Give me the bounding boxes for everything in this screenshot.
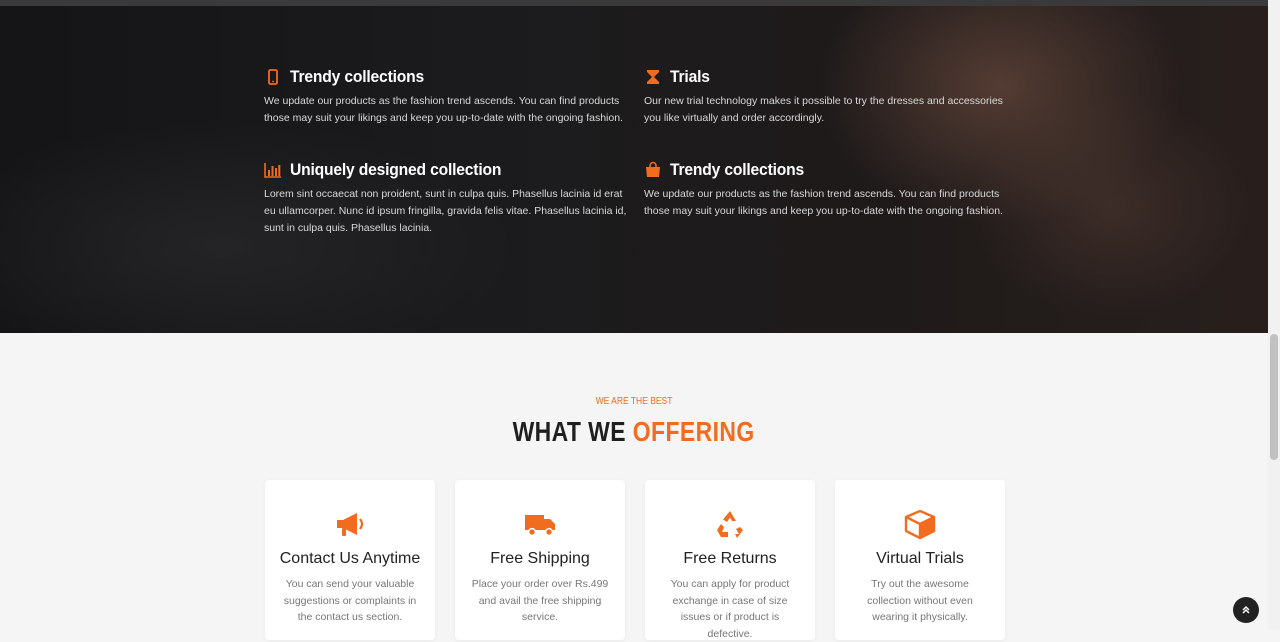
card-description: Try out the awesome collection without e… bbox=[867, 578, 973, 623]
offering-card-contact[interactable]: Contact Us Anytime You can send your val… bbox=[265, 480, 435, 640]
feature-trials: Trials Our new trial technology makes it… bbox=[644, 66, 1014, 127]
section-heading: WHAT WE OFFERING bbox=[512, 416, 756, 447]
mobile-icon bbox=[268, 69, 278, 85]
card-title: Free Returns bbox=[683, 550, 777, 567]
hourglass-icon bbox=[647, 70, 659, 84]
cube-icon bbox=[904, 509, 936, 540]
offering-card-shipping[interactable]: Free Shipping Place your order over Rs.4… bbox=[455, 480, 625, 640]
section-eyebrow: WE ARE THE BEST bbox=[595, 396, 673, 407]
chevron-double-up-icon bbox=[1242, 605, 1250, 614]
feature-description: We update our products as the fashion tr… bbox=[644, 188, 1003, 217]
offering-card-trials[interactable]: Virtual Trials Try out the awesome colle… bbox=[835, 480, 1005, 640]
card-description: Place your order over Rs.499 and avail t… bbox=[471, 578, 609, 623]
shopping-bag-icon bbox=[646, 161, 660, 177]
feature-title: Trials bbox=[670, 67, 710, 86]
feature-trendy-collections-2: Trendy collections We update our product… bbox=[644, 159, 1014, 220]
recycle-icon bbox=[717, 511, 743, 538]
feature-trendy-collections: Trendy collections We update our product… bbox=[264, 66, 634, 127]
feature-description: Lorem sint occaecat non proident, sunt i… bbox=[264, 188, 627, 234]
bar-chart-icon bbox=[264, 163, 281, 178]
card-title: Virtual Trials bbox=[876, 550, 964, 567]
feature-title: Trendy collections bbox=[670, 160, 805, 179]
feature-description: We update our products as the fashion tr… bbox=[264, 95, 623, 124]
card-title: Contact Us Anytime bbox=[279, 550, 421, 567]
scroll-to-top-button[interactable] bbox=[1233, 597, 1259, 623]
feature-title: Trendy collections bbox=[290, 67, 425, 86]
feature-title: Uniquely designed collection bbox=[290, 160, 502, 179]
feature-uniquely-designed: Uniquely designed collection Lorem sint … bbox=[264, 159, 634, 237]
offering-card-returns[interactable]: Free Returns You can apply for product e… bbox=[645, 480, 815, 640]
megaphone-icon bbox=[337, 513, 364, 536]
card-description: You can apply for product exchange in ca… bbox=[670, 578, 790, 640]
card-title: Free Shipping bbox=[490, 550, 590, 567]
hero-features-section: Trendy collections We update our product… bbox=[0, 6, 1268, 333]
feature-description: Our new trial technology makes it possib… bbox=[644, 95, 1003, 124]
truck-icon bbox=[525, 515, 555, 537]
card-description: You can send your valuable suggestions o… bbox=[283, 578, 417, 623]
page-scrollbar[interactable] bbox=[1268, 0, 1280, 630]
scrollbar-thumb[interactable] bbox=[1270, 334, 1278, 460]
